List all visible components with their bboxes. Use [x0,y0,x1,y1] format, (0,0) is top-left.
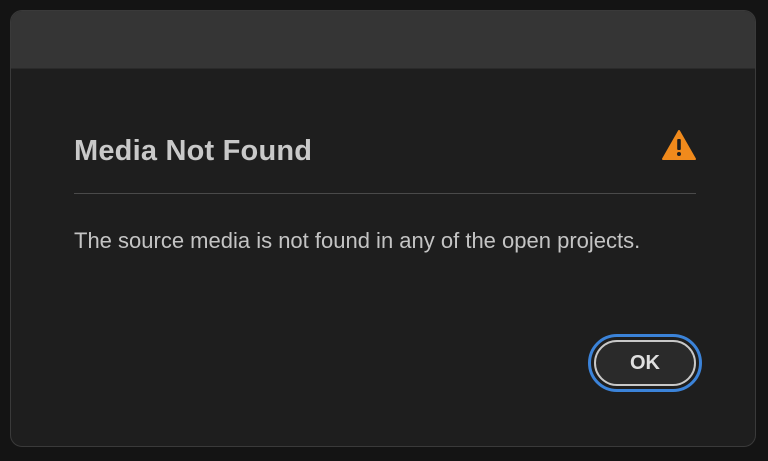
dialog-message: The source media is not found in any of … [74,228,641,253]
heading-divider [74,193,696,194]
dialog-titlebar[interactable] [11,11,755,69]
ok-button[interactable]: OK [588,334,702,392]
dialog-heading: Media Not Found [74,135,313,167]
media-not-found-dialog: Media Not Found The source media is not … [10,10,756,447]
ok-button-label: OK [594,340,696,386]
warning-icon [662,130,696,160]
